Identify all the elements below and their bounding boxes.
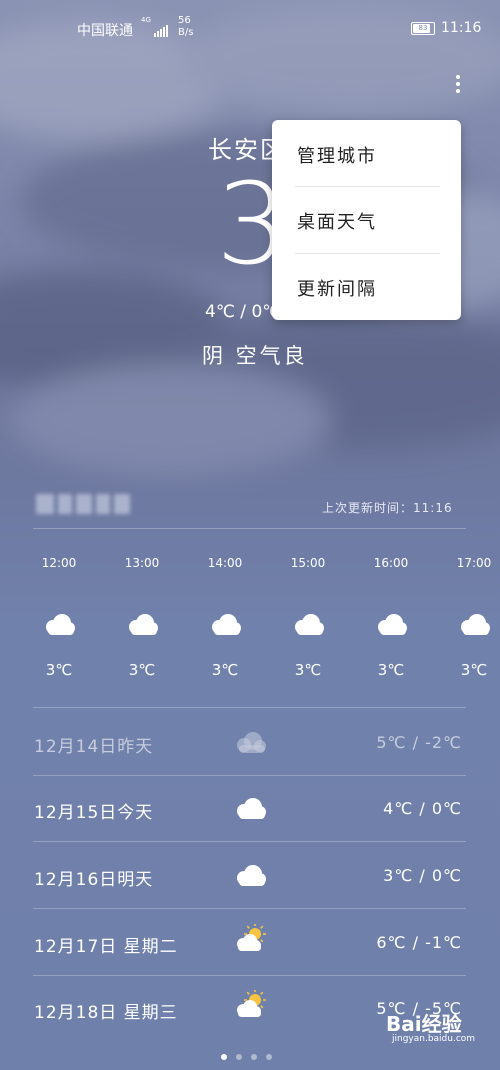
day-temp-range: 3℃ / 0℃ <box>383 866 462 885</box>
speed-value: 56 <box>178 15 191 26</box>
battery-level: 83 <box>418 24 428 32</box>
signal-icon <box>154 21 169 37</box>
hour-time: 15:00 <box>290 556 326 570</box>
last-update: 上次更新时间：11:16 <box>322 499 453 516</box>
last-update-label: 上次更新时间： <box>322 501 414 515</box>
location-blurred <box>36 494 130 514</box>
network-speed: 56 B/s <box>178 15 193 39</box>
hour-temp: 3℃ <box>460 661 488 679</box>
page-indicator <box>221 1045 281 1064</box>
cloud-icon <box>374 613 408 641</box>
page-dot[interactable] <box>266 1054 272 1060</box>
row-divider <box>33 908 466 909</box>
hour-temp: 3℃ <box>128 661 156 679</box>
section-divider <box>33 707 466 708</box>
hour-time: 16:00 <box>373 556 409 570</box>
day-temp-range: 5℃ / -2℃ <box>376 733 462 752</box>
page-dot[interactable] <box>221 1054 227 1060</box>
status-bar: 中国联通 4G 56 B/s 83 11:16 <box>0 0 500 60</box>
menu-divider <box>295 186 440 187</box>
hour-time: 13:00 <box>124 556 160 570</box>
section-divider <box>33 528 466 529</box>
cloud-icon <box>233 864 267 892</box>
daily-row[interactable]: 12月14日昨天 5℃ / -2℃ <box>0 710 500 770</box>
cloud-icon <box>233 731 267 759</box>
daily-row[interactable]: 12月17日 星期二 6℃ / -1℃ <box>0 910 500 970</box>
page-dot[interactable] <box>236 1054 242 1060</box>
more-options-icon[interactable] <box>448 72 468 100</box>
menu-item-desktop-weather[interactable]: 桌面天气 <box>297 208 440 234</box>
page-dot[interactable] <box>251 1054 257 1060</box>
hour-time: 14:00 <box>207 556 243 570</box>
watermark-url: jingyan.baidu.com <box>392 1034 476 1044</box>
last-update-time: 11:16 <box>413 501 453 515</box>
cloud-icon <box>208 613 242 641</box>
cloud-icon <box>42 613 76 641</box>
partly-sunny-icon <box>233 923 269 958</box>
baidu-watermark: Bai经验 <box>386 1008 462 1037</box>
daily-row[interactable]: 12月16日明天 3℃ / 0℃ <box>0 843 500 903</box>
menu-item-update-interval[interactable]: 更新间隔 <box>297 275 440 301</box>
day-date: 12月16日明天 <box>34 870 154 890</box>
hour-temp: 3℃ <box>377 661 405 679</box>
carrier-name: 中国联通 <box>77 23 133 39</box>
hour-temp: 3℃ <box>45 661 73 679</box>
day-date: 12月18日 星期三 <box>34 1003 178 1023</box>
cloud-icon <box>125 613 159 641</box>
watermark-brand: Bai经验 <box>386 1012 462 1036</box>
cloud-icon <box>457 613 491 641</box>
menu-item-manage-cities[interactable]: 管理城市 <box>297 142 440 168</box>
day-date: 12月14日昨天 <box>34 737 154 757</box>
hour-temp: 3℃ <box>211 661 239 679</box>
today-temp-range: 4℃ / 0℃ <box>205 302 282 322</box>
weather-condition: 阴 空气良 <box>202 344 308 368</box>
speed-unit: B/s <box>178 27 194 38</box>
day-date: 12月15日今天 <box>34 803 154 823</box>
options-menu: 管理城市 桌面天气 更新间隔 <box>272 120 461 320</box>
day-temp-range: 6℃ / -1℃ <box>376 933 462 952</box>
day-temp-range: 4℃ / 0℃ <box>383 799 462 818</box>
hour-time: 12:00 <box>41 556 77 570</box>
status-clock: 11:16 <box>441 20 482 36</box>
partly-sunny-icon <box>233 989 269 1024</box>
network-type: 4G <box>141 16 151 24</box>
hour-time: 17:00 <box>456 556 492 570</box>
row-divider <box>33 841 466 842</box>
hour-temp: 3℃ <box>294 661 322 679</box>
day-date: 12月17日 星期二 <box>34 937 178 957</box>
battery-icon: 83 <box>411 22 435 35</box>
cloud-icon <box>291 613 325 641</box>
menu-divider <box>295 253 440 254</box>
daily-row[interactable]: 12月15日今天 4℃ / 0℃ <box>0 776 500 836</box>
cloud-icon <box>233 797 267 825</box>
